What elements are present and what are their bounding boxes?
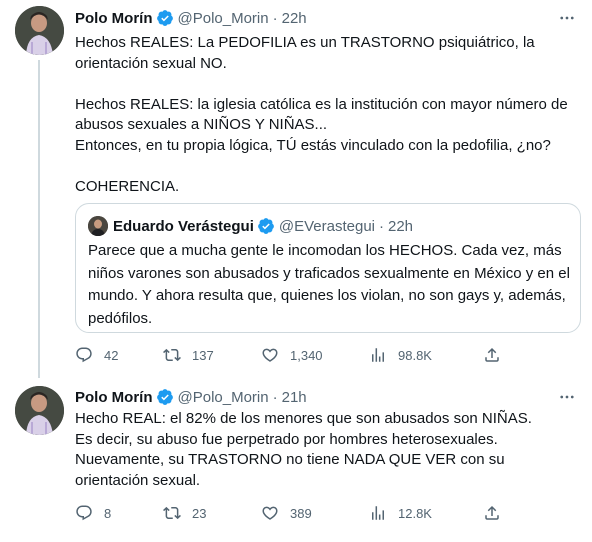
quote-author-handle[interactable]: @EVerastegui (279, 218, 375, 235)
tweet-line: Nuevamente, su TRASTORNO no tiene NADA Q… (75, 451, 505, 489)
reply-count: 8 (104, 505, 112, 521)
tweet-text: Hechos REALES: La PEDOFILIA es un TRASTO… (75, 33, 580, 197)
quote-author-name[interactable]: Eduardo Verástegui (113, 218, 254, 235)
share-button[interactable] (483, 345, 501, 365)
retweet-button[interactable]: 23 (163, 503, 206, 523)
reply-icon (76, 347, 92, 363)
author-handle[interactable]: @Polo_Morin (178, 389, 269, 406)
verified-badge-icon (156, 10, 173, 26)
tweet-line: Hechos REALES: La PEDOFILIA es un TRASTO… (75, 34, 535, 72)
timestamp[interactable]: 21h (282, 389, 307, 406)
quote-header: Eduardo Verástegui @EVerastegui · 22h (88, 215, 413, 237)
tweet-line: COHERENCIA. (75, 177, 180, 195)
retweet-count: 23 (192, 505, 207, 521)
tweet-header: Polo Morín @Polo_Morin · 22h (75, 7, 307, 29)
action-bar: 42 137 1,340 98.8K (75, 345, 505, 365)
tweet[interactable]: Polo Morín @Polo_Morin · 22h Hechos REAL… (0, 0, 592, 378)
views-count: 12.8K (398, 505, 432, 521)
retweet-icon (163, 506, 181, 520)
tweet-line: Hecho REAL: el 82% de los menores que so… (75, 410, 532, 427)
tweet-header: Polo Morín @Polo_Morin · 21h (75, 386, 307, 408)
action-bar: 8 23 389 12.8K (75, 503, 505, 523)
separator-dot: · (272, 388, 278, 406)
more-options-button[interactable] (556, 7, 578, 29)
retweet-count: 137 (192, 347, 214, 363)
like-count: 1,340 (290, 347, 323, 363)
author-name[interactable]: Polo Morín (75, 10, 153, 27)
tweet-text: Hecho REAL: el 82% de los menores que so… (75, 409, 580, 491)
reply-icon (76, 505, 92, 521)
like-count: 389 (290, 505, 312, 521)
views-button[interactable]: 98.8K (369, 345, 432, 365)
avatar[interactable] (15, 386, 64, 435)
more-icon (560, 16, 574, 20)
like-button[interactable]: 1,340 (261, 345, 323, 365)
more-options-button[interactable] (556, 386, 578, 408)
share-icon (485, 347, 499, 362)
verified-badge-icon (156, 389, 173, 405)
views-icon (372, 348, 384, 362)
avatar[interactable] (15, 6, 64, 55)
quote-avatar (88, 216, 108, 236)
like-icon (262, 348, 278, 362)
share-button[interactable] (483, 503, 501, 523)
views-icon (372, 506, 384, 520)
views-count: 98.8K (398, 347, 432, 363)
more-icon (560, 395, 574, 399)
tweet-line: Hechos REALES: la iglesia católica es la… (75, 95, 568, 134)
separator-dot: · (379, 217, 384, 235)
like-button[interactable]: 389 (261, 503, 312, 523)
views-button[interactable]: 12.8K (369, 503, 432, 523)
separator-dot: · (272, 9, 278, 27)
reply-count: 42 (104, 347, 119, 363)
reply-button[interactable]: 8 (75, 503, 111, 523)
retweet-icon (163, 348, 181, 362)
retweet-button[interactable]: 137 (163, 345, 214, 365)
like-icon (262, 506, 278, 520)
author-name[interactable]: Polo Morín (75, 389, 153, 406)
quoted-tweet[interactable]: Eduardo Verástegui @EVerastegui · 22h Pa… (75, 203, 581, 333)
thread-line (38, 60, 40, 378)
verified-badge-icon (257, 218, 274, 234)
quote-text: Parece que a mucha gente le incomodan lo… (88, 242, 570, 327)
quote-timestamp[interactable]: 22h (388, 218, 413, 235)
share-icon (485, 505, 499, 520)
author-handle[interactable]: @Polo_Morin (178, 10, 269, 27)
tweet-line: Es decir, su abuso fue perpetrado por ho… (75, 430, 498, 448)
timestamp[interactable]: 22h (282, 10, 307, 27)
reply-button[interactable]: 42 (75, 345, 118, 365)
tweet-line: Entonces, en tu propia lógica, TÚ estás … (75, 136, 551, 154)
tweet[interactable]: Polo Morín @Polo_Morin · 21h Hecho REAL:… (0, 378, 592, 542)
